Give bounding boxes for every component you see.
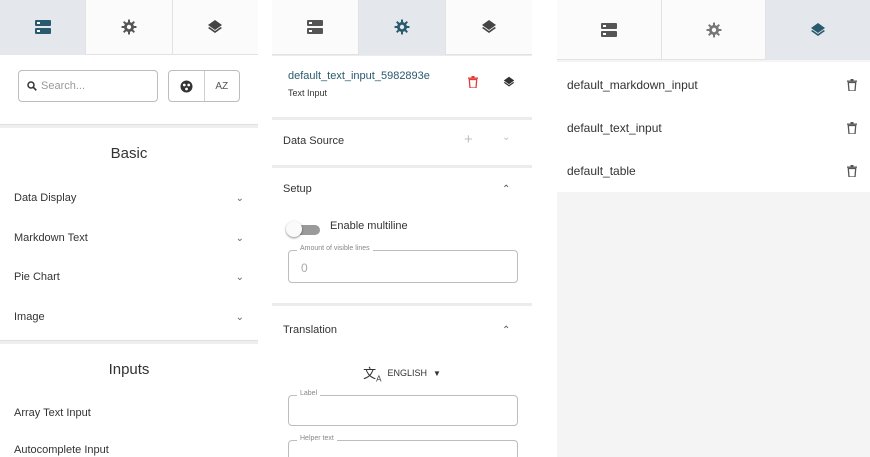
component-name: default_text_input_5982893e [288, 70, 430, 82]
components-panel: AZ Basic Data Display ⌄ Markdown Text ⌄ … [0, 0, 258, 457]
delete-icon[interactable] [847, 79, 857, 91]
tab-layers[interactable] [172, 0, 258, 55]
section-title-setup: Setup [283, 183, 312, 195]
component-item[interactable]: Markdown Text ⌄ [14, 228, 244, 248]
section-title-data-source: Data Source [283, 135, 345, 147]
component-item-label: Markdown Text [14, 232, 88, 244]
tab-components[interactable] [557, 0, 662, 60]
sort-alpha-label: AZ [215, 80, 229, 92]
component-item-label: Data Display [14, 192, 77, 204]
search-input[interactable] [41, 80, 151, 92]
divider [0, 124, 258, 128]
component-item-label: Image [14, 311, 45, 323]
component-item[interactable]: Autocomplete Input [14, 440, 244, 457]
sort-alphabetical-button[interactable]: AZ [205, 71, 240, 101]
components-icon [600, 22, 617, 37]
delete-icon[interactable] [847, 122, 857, 134]
section-title-inputs: Inputs [108, 361, 150, 378]
layers-icon [482, 20, 496, 33]
tab-settings[interactable] [661, 0, 767, 60]
layer-item[interactable]: default_text_input [567, 118, 857, 138]
settings-panel: default_text_input_5982893e Text Input D… [272, 0, 532, 457]
panel-tabs [557, 0, 870, 60]
layers-icon [811, 22, 826, 36]
tab-components[interactable] [0, 0, 87, 55]
helper-text-field[interactable]: Helper text [288, 435, 518, 457]
sort-category-button[interactable] [169, 71, 205, 101]
section-title-translation: Translation [283, 324, 338, 336]
layer-item-label: default_markdown_input [567, 78, 698, 92]
helper-text-field-label: Helper text [297, 435, 337, 442]
chevron-down-icon[interactable]: ⌄ [502, 132, 510, 143]
chevron-up-icon[interactable]: ⌃ [502, 325, 510, 336]
component-item-label: Array Text Input [14, 407, 91, 419]
sort-toggle-group: AZ [168, 70, 240, 102]
component-item[interactable]: Array Text Input [14, 403, 244, 423]
component-type: Text Input [288, 88, 328, 98]
component-item-label: Autocomplete Input [14, 444, 109, 456]
component-item-label: Pie Chart [14, 271, 60, 283]
panel-tabs [272, 0, 532, 55]
component-item[interactable]: Image ⌄ [14, 307, 244, 327]
visible-lines-field[interactable]: Amount of visible lines 0 [288, 245, 518, 283]
layers-icon [208, 20, 223, 33]
component-header: default_text_input_5982893e Text Input [272, 56, 532, 117]
tab-settings[interactable] [86, 0, 173, 55]
search-field[interactable] [18, 70, 158, 102]
layer-item-label: default_table [567, 164, 636, 178]
divider [0, 340, 258, 344]
multiline-toggle[interactable] [286, 221, 324, 237]
tab-layers[interactable] [446, 0, 532, 55]
layers-icon[interactable] [503, 76, 515, 88]
components-icon [307, 20, 323, 34]
chevron-down-icon[interactable]: ⌄ [236, 233, 244, 244]
delete-icon[interactable] [847, 165, 857, 177]
dropdown-arrow-icon: ▼ [432, 368, 441, 378]
translate-icon: 文A [363, 366, 382, 384]
layer-item-label: default_text_input [567, 121, 662, 135]
chevron-down-icon[interactable]: ⌄ [236, 193, 244, 204]
components-icon [34, 20, 51, 34]
visible-lines-value: 0 [301, 261, 308, 275]
label-field-label: Label [297, 390, 321, 397]
layer-item[interactable]: default_table [567, 161, 857, 181]
component-item[interactable]: Data Display ⌄ [14, 188, 244, 208]
layers-panel: default_markdown_input default_text_inpu… [557, 0, 870, 457]
language-selector[interactable]: 文A ENGLISH ▼ [272, 363, 532, 384]
chevron-down-icon[interactable]: ⌄ [236, 272, 244, 283]
gear-icon [394, 19, 410, 35]
tab-settings[interactable] [359, 0, 446, 55]
delete-icon[interactable] [468, 76, 478, 88]
section-title-basic: Basic [110, 145, 148, 162]
tab-components[interactable] [272, 0, 359, 55]
multiline-toggle-label: Enable multiline [330, 220, 408, 232]
search-toolbar: AZ [18, 70, 240, 102]
visible-lines-label: Amount of visible lines [297, 245, 373, 252]
language-label: ENGLISH [387, 368, 427, 379]
label-field[interactable]: Label [288, 390, 518, 426]
panel-tabs [0, 0, 258, 55]
add-icon[interactable]: + [464, 131, 473, 148]
chevron-up-icon[interactable]: ⌃ [502, 184, 510, 195]
chevron-down-icon[interactable]: ⌄ [236, 312, 244, 323]
data-source-section: Data Source + ⌄ [272, 120, 532, 165]
category-icon [180, 80, 193, 92]
component-item[interactable]: Pie Chart ⌄ [14, 267, 244, 287]
gear-icon [121, 19, 137, 35]
layer-item[interactable]: default_markdown_input [567, 75, 857, 95]
tab-layers[interactable] [766, 0, 870, 60]
search-icon [27, 81, 37, 91]
toggle-knob [286, 221, 302, 237]
gear-icon [706, 22, 721, 37]
